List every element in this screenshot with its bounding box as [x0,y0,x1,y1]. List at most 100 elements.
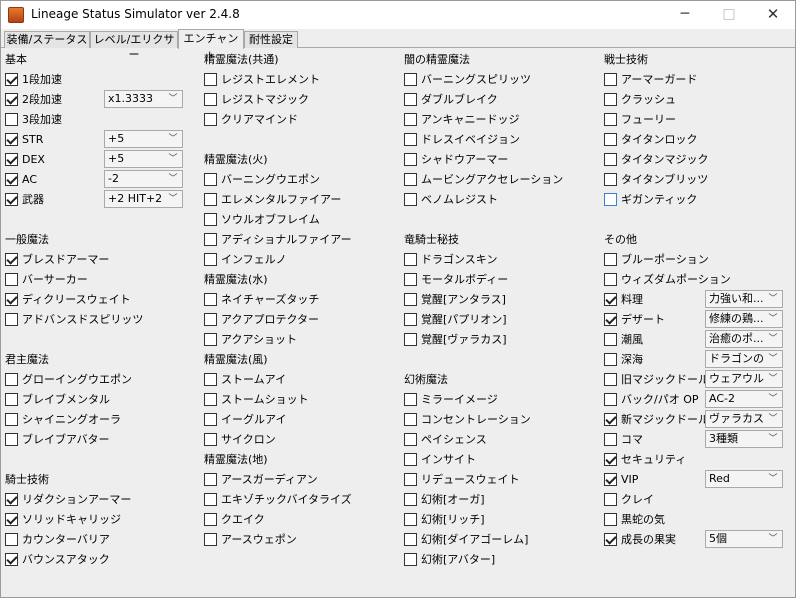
checkbox-checked[interactable] [5,172,18,186]
checkbox-checked[interactable] [604,412,617,426]
checkbox-unchecked[interactable] [404,92,417,106]
checkbox-unchecked[interactable] [204,292,217,306]
close-button[interactable]: ✕ [751,1,795,29]
checkbox-row-chi-1[interactable]: エキゾチックバイタライズ [204,489,352,509]
checkbox-row-kihon-5[interactable]: AC [5,169,37,189]
chevron-down-icon[interactable]: ﹀ [167,192,179,206]
checkbox-unchecked[interactable] [404,292,417,306]
chevron-down-icon[interactable]: ﹀ [767,412,779,426]
checkbox-unchecked[interactable] [404,532,417,546]
checkbox-row-ryukishi-1[interactable]: モータルボディー [404,269,508,289]
checkbox-row-senshi-2[interactable]: フューリー [604,109,676,129]
dropdown-sonota-8[interactable]: ヴァラカス ﹀ [705,410,783,428]
dropdown-kihon-4[interactable]: +5 ﹀ [104,150,183,168]
chevron-down-icon[interactable]: ﹀ [767,292,779,306]
checkbox-checked[interactable] [604,292,617,306]
checkbox-unchecked[interactable] [204,232,217,246]
checkbox-unchecked[interactable] [204,412,217,426]
checkbox-unchecked[interactable] [204,212,217,226]
checkbox-unchecked[interactable] [404,492,417,506]
checkbox-row-mizu-2[interactable]: アクアショット [204,329,297,349]
checkbox-unchecked[interactable] [404,272,417,286]
checkbox-unchecked[interactable] [604,492,617,506]
chevron-down-icon[interactable]: ﹀ [767,372,779,386]
chevron-down-icon[interactable]: ﹀ [767,472,779,486]
checkbox-unchecked[interactable] [604,332,617,346]
checkbox-row-senshi-5[interactable]: タイタンブリッツ [604,169,708,189]
checkbox-row-kihon-6[interactable]: 武器 [5,189,44,209]
checkbox-row-chi-2[interactable]: クエイク [204,509,265,529]
checkbox-row-hi-3[interactable]: アディショナルファイアー [204,229,352,249]
checkbox-row-yami-4[interactable]: シャドウアーマー [404,149,508,169]
dropdown-sonota-6[interactable]: ウェアウルフ﹀ [705,370,783,388]
maximize-button[interactable]: □ [707,1,751,29]
checkbox-unchecked[interactable] [5,412,18,426]
chevron-down-icon[interactable]: ﹀ [167,92,179,106]
checkbox-checked[interactable] [5,152,18,166]
checkbox-row-kunshu-2[interactable]: シャイニングオーラ [5,409,121,429]
checkbox-unchecked[interactable] [604,192,617,206]
checkbox-unchecked[interactable] [204,92,217,106]
checkbox-checked[interactable] [5,512,18,526]
checkbox-unchecked[interactable] [5,532,18,546]
checkbox-unchecked[interactable] [204,312,217,326]
dropdown-sonota-5[interactable]: ドラゴンの...﹀ [705,350,783,368]
checkbox-unchecked[interactable] [204,532,217,546]
checkbox-row-kaze-1[interactable]: ストームショット [204,389,309,409]
chevron-down-icon[interactable]: ﹀ [167,132,179,146]
chevron-down-icon[interactable]: ﹀ [767,432,779,446]
checkbox-row-sonota-5[interactable]: 深海 [604,349,643,369]
checkbox-unchecked[interactable] [404,72,417,86]
checkbox-unchecked[interactable] [204,172,217,186]
dropdown-sonota-11[interactable]: Red ﹀ [705,470,783,488]
checkbox-unchecked[interactable] [604,512,617,526]
checkbox-row-sonota-3[interactable]: デザート [604,309,665,329]
tab-enchant[interactable]: エンチャント [178,29,244,63]
checkbox-unchecked[interactable] [604,432,617,446]
checkbox-row-ippan-3[interactable]: アドバンスドスピリッツ [5,309,143,329]
checkbox-unchecked[interactable] [404,192,417,206]
checkbox-unchecked[interactable] [204,372,217,386]
checkbox-row-genjutsu-4[interactable]: リデュースウェイト [404,469,519,489]
checkbox-row-senshi-3[interactable]: タイタンロック [604,129,698,149]
dropdown-kihon-5[interactable]: -2 ﹀ [104,170,183,188]
checkbox-checked[interactable] [5,72,18,86]
chevron-down-icon[interactable]: ﹀ [767,332,779,346]
dropdown-sonota-9[interactable]: 3種類 ﹀ [705,430,783,448]
dropdown-sonota-14[interactable]: 5個 ﹀ [705,530,783,548]
checkbox-unchecked[interactable] [404,472,417,486]
checkbox-row-mizu-1[interactable]: アクアプロテクター [204,309,319,329]
checkbox-row-genjutsu-1[interactable]: コンセントレーション [404,409,531,429]
checkbox-row-genjutsu-0[interactable]: ミラーイメージ [404,389,498,409]
checkbox-row-hi-4[interactable]: インフェルノ [204,249,287,269]
checkbox-row-ippan-0[interactable]: ブレスドアーマー [5,249,109,269]
checkbox-unchecked[interactable] [204,72,217,86]
checkbox-row-ryukishi-3[interactable]: 覚醒[パプリオン] [404,309,507,329]
checkbox-row-senshi-6[interactable]: ギガンティック [604,189,697,209]
checkbox-row-yami-1[interactable]: ダブルブレイク [404,89,498,109]
checkbox-unchecked[interactable] [204,252,217,266]
checkbox-unchecked[interactable] [5,392,18,406]
checkbox-unchecked[interactable] [604,92,617,106]
checkbox-checked[interactable] [604,452,617,466]
checkbox-checked[interactable] [604,532,617,546]
checkbox-unchecked[interactable] [404,312,417,326]
checkbox-unchecked[interactable] [604,272,617,286]
checkbox-row-ippan-1[interactable]: バーサーカー [5,269,88,289]
checkbox-row-kishi-0[interactable]: リダクションアーマー [5,489,131,509]
checkbox-checked[interactable] [5,192,18,206]
checkbox-unchecked[interactable] [404,332,417,346]
checkbox-unchecked[interactable] [404,172,417,186]
checkbox-row-kihon-2[interactable]: 3段加速 [5,109,62,129]
checkbox-row-kihon-0[interactable]: 1段加速 [5,69,62,89]
checkbox-row-ryukishi-4[interactable]: 覚醒[ヴァラカス] [404,329,507,349]
checkbox-row-kihon-4[interactable]: DEX [5,149,45,169]
checkbox-unchecked[interactable] [404,432,417,446]
checkbox-unchecked[interactable] [204,492,217,506]
checkbox-row-yami-3[interactable]: ドレスイベイジョン [404,129,520,149]
checkbox-row-hi-2[interactable]: ソウルオブフレイム [204,209,320,229]
checkbox-row-sonota-12[interactable]: クレイ [604,489,654,509]
checkbox-row-yami-6[interactable]: ベノムレジスト [404,189,498,209]
checkbox-checked[interactable] [604,472,617,486]
checkbox-row-sonota-10[interactable]: セキュリティ [604,449,686,469]
